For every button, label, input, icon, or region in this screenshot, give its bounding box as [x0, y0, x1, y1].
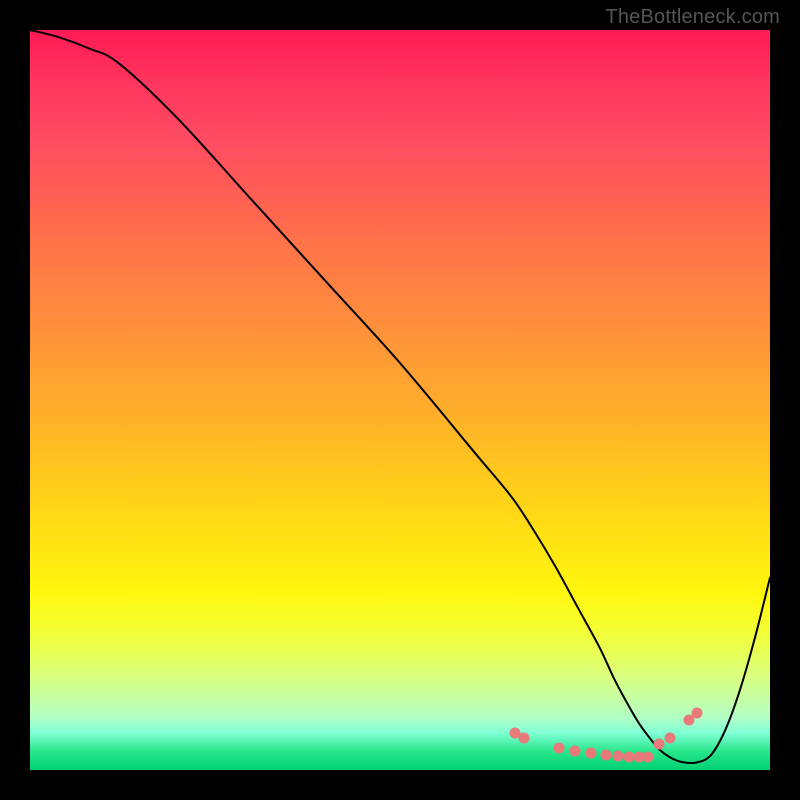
curve-layer [30, 30, 770, 770]
attribution-label: TheBottleneck.com [605, 6, 780, 29]
highlight-dot [600, 750, 611, 761]
highlight-dot [554, 742, 565, 753]
highlight-dot [570, 745, 581, 756]
highlight-dot [519, 733, 530, 744]
highlight-dot [665, 733, 676, 744]
highlight-dot [692, 708, 703, 719]
bottleneck-curve [30, 30, 770, 763]
highlight-dot [613, 751, 624, 762]
highlight-dot [642, 752, 653, 763]
highlight-dot [585, 747, 596, 758]
highlight-dot [654, 739, 665, 750]
